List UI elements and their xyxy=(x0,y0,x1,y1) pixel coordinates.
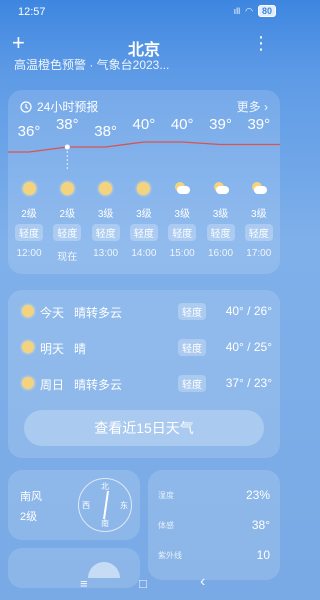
hourly-temp: 39° xyxy=(209,116,232,133)
hourly-aqi: 轻度 xyxy=(240,224,278,241)
battery-icon: 80 xyxy=(257,5,276,17)
daily-row[interactable]: 明天晴 轻度 40° / 25° xyxy=(20,336,272,360)
partly-cloudy-icon xyxy=(240,182,278,194)
status-time: 12:57 xyxy=(18,6,46,18)
hourly-aqi: 轻度 xyxy=(202,224,240,241)
aqi-badge: 轻度 xyxy=(178,339,206,356)
daily-temp-range: 40° / 25° xyxy=(225,340,272,354)
weather-details-card: 湿度 23% 体感 38° 紫外线 10 xyxy=(148,470,280,580)
hourly-aqi: 轻度 xyxy=(10,224,48,241)
aqi-badge: 轻度 xyxy=(178,375,206,392)
detail-value: 38° xyxy=(251,518,270,532)
aqi-badge: 轻度 xyxy=(178,303,206,320)
hourly-temp: 40° xyxy=(170,116,194,133)
aqi-badge: 轻度 xyxy=(244,224,273,241)
signal-icon: ıll xyxy=(233,6,241,16)
hourly-wind: 3级 xyxy=(174,209,190,220)
partly-cloudy-icon xyxy=(202,182,240,194)
daily-day: 周日 xyxy=(40,378,65,392)
hourly-aqi: 轻度 xyxy=(125,224,163,241)
hourly-wind: 2级 xyxy=(21,209,37,220)
aqi-badge: 轻度 xyxy=(206,224,235,241)
hourly-temp: 36° xyxy=(17,123,41,140)
sun-icon xyxy=(87,182,125,195)
home-button[interactable]: □ xyxy=(139,576,147,591)
hourly-aqi: 轻度 xyxy=(87,224,125,241)
wind-direction: 南风 xyxy=(20,491,42,503)
hourly-forecast-card: 24小时预报 更多 › 36° 2级 轻度 12:00 38° 2级 轻度 现在 38° 3级 轻度… xyxy=(8,90,280,274)
daily-row[interactable]: 今天 晴转多云 轻度 40° / 26° xyxy=(20,300,272,324)
detail-label: 紫外线 xyxy=(158,551,182,560)
hourly-wind: 2级 xyxy=(59,209,76,220)
sun-icon xyxy=(10,182,48,195)
detail-value: 23% xyxy=(245,488,270,502)
wind-card: 南风 2级 北 南 东 西 xyxy=(8,470,140,540)
system-nav-bar: ≡ □ ‹ xyxy=(0,570,288,600)
aqi-badge: 轻度 xyxy=(168,224,197,241)
sun-icon xyxy=(22,305,34,317)
hourly-temp: 40° xyxy=(132,116,156,133)
hourly-time: 14:00 xyxy=(131,248,157,259)
detail-row: 紫外线 10 xyxy=(158,548,270,570)
aqi-badge: 轻度 xyxy=(53,224,82,241)
status-bar: 12:57 ıll ◠ 80 xyxy=(0,0,288,24)
daily-temp-range: 37° / 23° xyxy=(225,376,272,390)
hourly-aqi: 轻度 xyxy=(48,224,86,241)
more-menu-button[interactable]: ⋮ xyxy=(252,34,270,52)
detail-label: 湿度 xyxy=(158,491,174,500)
daily-condition: 晴转多云 xyxy=(74,306,123,320)
back-button[interactable]: ‹ xyxy=(200,573,205,591)
daily-day: 明天 xyxy=(40,342,65,356)
wind-level: 2级 xyxy=(20,511,38,523)
compass-icon: 北 南 东 西 xyxy=(78,478,132,532)
daily-condition: 晴转多云 xyxy=(74,378,123,392)
hourly-time: 现在 xyxy=(57,252,78,263)
hourly-wind: 3级 xyxy=(97,209,114,220)
detail-row: 体感 38° xyxy=(158,518,270,540)
daily-forecast-card: 今天 晴转多云 轻度 40° / 26° 明天晴轻度 40° / 25° 周日 晴转多云 轻度 3… xyxy=(8,290,280,458)
wind-arrow-icon xyxy=(103,491,109,519)
hourly-wind: 3级 xyxy=(212,209,229,220)
daily-row[interactable]: 周日 晴转多云 轻度 37° / 23° xyxy=(20,372,272,396)
sun-icon xyxy=(48,182,86,195)
hourly-wind: 3级 xyxy=(251,209,267,220)
daily-condition: 晴 xyxy=(74,342,87,356)
wifi-icon: ◠ xyxy=(245,5,253,16)
sun-icon xyxy=(22,341,34,353)
aqi-badge: 轻度 xyxy=(129,224,158,241)
hourly-time: 12:00 xyxy=(16,248,42,259)
hourly-temp: 38° xyxy=(94,123,117,140)
sun-icon xyxy=(125,182,163,195)
detail-label: 体感 xyxy=(158,521,174,530)
daily-day: 今天 xyxy=(40,306,65,320)
partly-cloudy-icon xyxy=(163,182,201,194)
hourly-time: 13:00 xyxy=(93,248,119,259)
weather-alert[interactable]: 高温橙色预警 · 气象台2023... xyxy=(14,56,274,70)
aqi-badge: 轻度 xyxy=(91,224,120,241)
sun-icon xyxy=(22,377,34,389)
daily-temp-range: 40° / 26° xyxy=(225,304,272,318)
aqi-badge: 轻度 xyxy=(15,224,43,241)
detail-value: 10 xyxy=(256,548,270,562)
hourly-aqi: 轻度 xyxy=(163,224,201,241)
hourly-wind: 3级 xyxy=(136,209,152,220)
fifteen-day-button[interactable]: 查看近15日天气 xyxy=(24,410,264,446)
detail-row: 湿度 23% xyxy=(158,488,270,510)
hourly-time: 15:00 xyxy=(169,248,195,259)
recents-button[interactable]: ≡ xyxy=(80,576,88,591)
hourly-time: 17:00 xyxy=(246,248,272,259)
hourly-temp: 39° xyxy=(247,116,271,133)
hourly-time: 16:00 xyxy=(207,248,234,259)
hourly-temp: 38° xyxy=(55,116,79,133)
